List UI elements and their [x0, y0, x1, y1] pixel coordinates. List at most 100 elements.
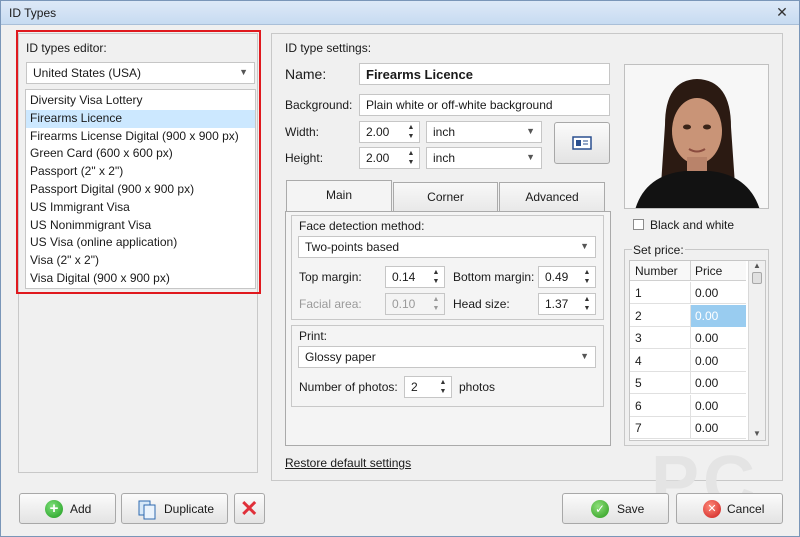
- list-item[interactable]: Passport Digital (900 x 900 px): [26, 181, 255, 199]
- scroll-down-icon[interactable]: ▼: [749, 429, 765, 438]
- list-item[interactable]: US Nonimmigrant Visa: [26, 217, 255, 235]
- bw-label: Black and white: [650, 218, 735, 232]
- row-number: 7: [635, 421, 642, 435]
- row-number: 2: [635, 308, 642, 323]
- photos-unit: photos: [459, 380, 496, 394]
- paper-select[interactable]: Glossy paper ▼: [298, 346, 596, 368]
- row-price[interactable]: 0.00: [690, 372, 746, 394]
- bottom-margin-stepper[interactable]: 0.49 ▲ ▼: [538, 266, 596, 288]
- name-label: Name:: [285, 66, 327, 82]
- width-label: Width:: [285, 125, 320, 139]
- facial-area-value: 0.10: [392, 297, 416, 311]
- spin-arrows-icon[interactable]: ▲ ▼: [581, 295, 593, 313]
- spin-arrows-icon[interactable]: ▲ ▼: [430, 268, 442, 286]
- height-unit-value: inch: [433, 151, 456, 165]
- width-value: 2.00: [366, 125, 390, 139]
- height-stepper[interactable]: 2.00 ▲ ▼: [359, 147, 420, 169]
- tab-corner[interactable]: Corner: [393, 182, 498, 212]
- add-button[interactable]: + Add: [19, 493, 116, 524]
- list-item[interactable]: US Immigrant Visa: [26, 199, 255, 217]
- list-item[interactable]: Diversity Visa Lottery: [26, 92, 255, 110]
- width-unit-select[interactable]: inch ▼: [426, 121, 542, 143]
- top-margin-value: 0.14: [392, 270, 416, 284]
- id-card-button[interactable]: [554, 122, 610, 164]
- list-item[interactable]: Passport (2" x 2"): [26, 163, 255, 181]
- list-item[interactable]: US Visa (online application): [26, 234, 255, 252]
- grid-header: Number Price: [630, 261, 746, 281]
- tab-advanced[interactable]: Advanced: [499, 182, 605, 212]
- preview-photo: [624, 64, 769, 209]
- background-field[interactable]: Plain white or off-white background: [359, 94, 610, 116]
- row-price[interactable]: 0.00: [690, 394, 746, 417]
- head-size-label: Head size:: [453, 297, 510, 311]
- check-icon: ✓: [591, 500, 609, 518]
- spin-arrows-icon[interactable]: ▲ ▼: [581, 268, 593, 286]
- photos-stepper[interactable]: 2 ▲ ▼: [404, 376, 452, 398]
- grid-scrollbar[interactable]: ▲ ▼: [748, 261, 765, 440]
- spin-arrows-icon[interactable]: ▲ ▼: [437, 378, 449, 396]
- name-field[interactable]: Firearms Licence: [359, 63, 610, 85]
- row-price[interactable]: 0.00: [690, 349, 746, 372]
- row-number: 5: [635, 376, 642, 390]
- spin-arrows-icon[interactable]: ▲ ▼: [405, 123, 417, 141]
- facial-area-stepper: 0.10 ▲ ▼: [385, 293, 445, 315]
- head-size-stepper[interactable]: 1.37 ▲ ▼: [538, 293, 596, 315]
- list-item[interactable]: Green Card (600 x 600 px): [26, 145, 255, 163]
- bw-checkbox[interactable]: [633, 219, 644, 230]
- chevron-down-icon: ▼: [526, 126, 535, 136]
- face-method-select[interactable]: Two-points based ▼: [298, 236, 596, 258]
- price-grid[interactable]: Number Price 1 0.00 2 0.00 3 0.00 4 0.00 5 0.00 6 0…: [629, 260, 766, 441]
- background-label: Background:: [285, 98, 353, 112]
- scroll-thumb[interactable]: [752, 272, 762, 284]
- set-price-label: Set price:: [632, 243, 685, 257]
- col-price-header: Price: [690, 261, 746, 281]
- list-item[interactable]: Firearms License Digital (900 x 900 px): [26, 128, 255, 146]
- width-stepper[interactable]: 2.00 ▲ ▼: [359, 121, 420, 143]
- height-value: 2.00: [366, 151, 390, 165]
- restore-defaults-link[interactable]: Restore default settings: [285, 456, 411, 470]
- head-size-value: 1.37: [545, 297, 569, 311]
- row-number: 6: [635, 398, 642, 413]
- delete-button[interactable]: ✕: [234, 493, 265, 524]
- row-price[interactable]: 0.00: [690, 327, 746, 349]
- top-margin-stepper[interactable]: 0.14 ▲ ▼: [385, 266, 445, 288]
- spin-arrows-icon[interactable]: ▲ ▼: [405, 149, 417, 167]
- save-button-label: Save: [617, 502, 645, 516]
- table-row[interactable]: 1 0.00: [630, 282, 746, 304]
- cancel-button[interactable]: ✕ Cancel: [676, 493, 783, 524]
- face-detection-label: Face detection method:: [299, 219, 425, 233]
- width-unit-value: inch: [433, 125, 456, 139]
- list-item[interactable]: Firearms Licence: [26, 109, 255, 128]
- chevron-down-icon: ▼: [580, 351, 589, 361]
- id-types-editor-label: ID types editor:: [26, 41, 107, 55]
- table-row[interactable]: 6 0.00: [630, 394, 746, 417]
- duplicate-button[interactable]: Duplicate: [121, 493, 228, 524]
- duplicate-icon: [138, 500, 156, 520]
- row-number: 1: [635, 286, 642, 300]
- chevron-down-icon: ▼: [580, 241, 589, 251]
- row-price[interactable]: 0.00: [690, 304, 746, 327]
- paper-value: Glossy paper: [305, 350, 376, 364]
- list-item[interactable]: Visa (2" x 2"): [26, 252, 255, 270]
- tab-main[interactable]: Main: [286, 180, 392, 212]
- table-row[interactable]: 5 0.00: [630, 372, 746, 394]
- face-method-value: Two-points based: [305, 240, 400, 254]
- col-number-header: Number: [635, 264, 678, 278]
- table-row[interactable]: 7 0.00: [630, 417, 746, 439]
- height-unit-select[interactable]: inch ▼: [426, 147, 542, 169]
- scroll-up-icon[interactable]: ▲: [749, 261, 765, 270]
- id-types-window: ID Types ✕ ID types editor: United State…: [0, 0, 800, 537]
- table-row[interactable]: 2 0.00: [630, 304, 746, 327]
- chevron-down-icon: ▼: [526, 152, 535, 162]
- row-price[interactable]: 0.00: [690, 417, 746, 439]
- id-type-list[interactable]: Diversity Visa Lottery Firearms Licence Fi…: [25, 89, 256, 289]
- close-icon[interactable]: ✕: [773, 4, 791, 21]
- country-value: United States (USA): [33, 66, 142, 80]
- country-select[interactable]: United States (USA) ▼: [26, 62, 255, 84]
- row-price[interactable]: 0.00: [690, 282, 746, 304]
- table-row[interactable]: 4 0.00: [630, 349, 746, 372]
- list-item[interactable]: Visa Digital (900 x 900 px): [26, 270, 255, 288]
- save-button[interactable]: ✓ Save: [562, 493, 669, 524]
- table-row[interactable]: 3 0.00: [630, 327, 746, 349]
- facial-area-label: Facial area:: [299, 297, 362, 311]
